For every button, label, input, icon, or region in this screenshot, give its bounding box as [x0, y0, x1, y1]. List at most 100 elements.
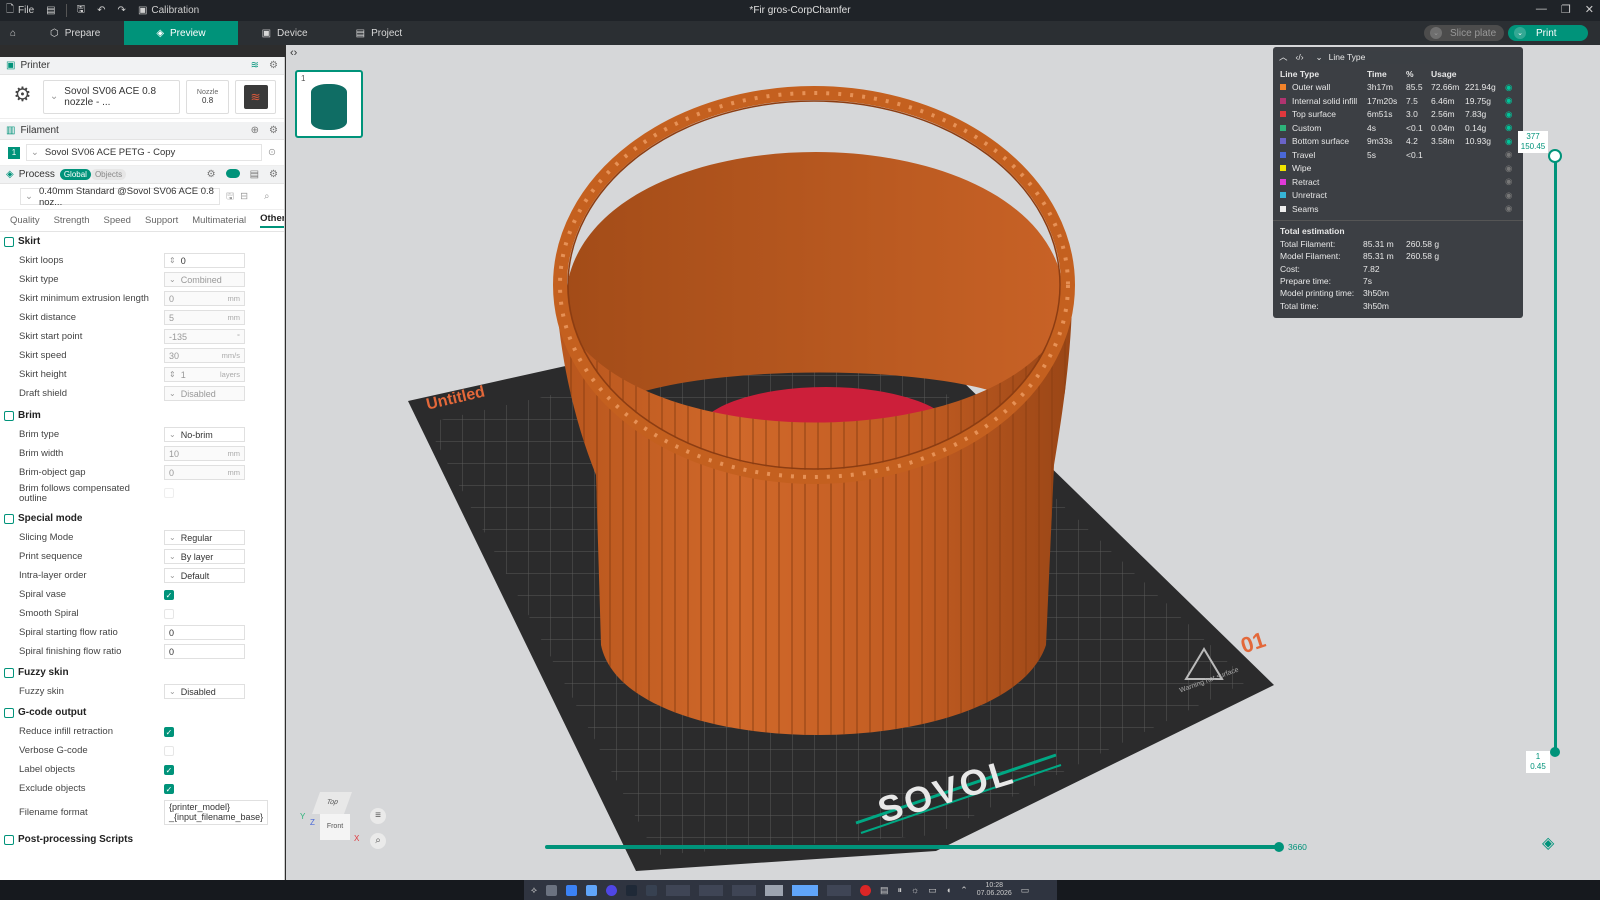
code-icon[interactable]: ‹/›: [1296, 52, 1304, 62]
tab-project[interactable]: ▤ Project: [332, 21, 427, 45]
launcher-icon[interactable]: ⟡: [531, 885, 537, 896]
terminal-icon[interactable]: [545, 884, 557, 896]
volume-icon[interactable]: ◖: [946, 885, 951, 895]
window-preview[interactable]: [826, 884, 851, 896]
clock[interactable]: 10:28 07.06.2026: [977, 882, 1012, 898]
exclude-objects-checkbox[interactable]: ✓: [164, 783, 174, 794]
close-icon[interactable]: ✕: [1585, 3, 1594, 16]
save-icon[interactable]: 🖫: [71, 0, 92, 21]
store-icon[interactable]: [565, 884, 577, 896]
calibration-menu[interactable]: ▣ Calibration: [132, 0, 205, 21]
home-icon[interactable]: ⌂: [0, 21, 26, 45]
brightness-icon[interactable]: ☼: [911, 885, 919, 895]
bed-select[interactable]: ≋: [235, 79, 277, 114]
printer-tray-icon[interactable]: ▤: [880, 885, 889, 896]
collapse-sidebar-icon[interactable]: ‹›: [290, 47, 297, 59]
fuzzy-skin-select[interactable]: ⌄ Disabled: [164, 684, 245, 699]
moves-slider[interactable]: [545, 845, 1278, 849]
window-preview[interactable]: [764, 884, 783, 896]
visibility-icon[interactable]: ◉: [1505, 109, 1512, 120]
window-preview[interactable]: [665, 884, 690, 896]
files-icon[interactable]: [585, 884, 597, 896]
verbose-gcode-checkbox[interactable]: [164, 745, 174, 756]
tab-prepare[interactable]: ⬡ Prepare: [26, 21, 124, 45]
skirt-min-length-input[interactable]: 0 mm: [164, 291, 245, 306]
reduce-infill-retraction-checkbox[interactable]: ✓: [164, 726, 174, 737]
settings-icon[interactable]: ⚙: [269, 125, 278, 136]
search-icon[interactable]: ⌕: [264, 191, 269, 202]
advanced-toggle[interactable]: [225, 169, 240, 178]
monitor-icon[interactable]: ▭: [928, 885, 937, 896]
pause-icon[interactable]: ⏸: [897, 885, 902, 896]
objects-toggle[interactable]: Objects: [90, 169, 127, 180]
tab-others[interactable]: Others: [260, 213, 284, 228]
skirt-speed-input[interactable]: 30 mm/s: [164, 348, 245, 363]
tab-support[interactable]: Support: [145, 215, 178, 226]
visibility-icon[interactable]: ◉: [1505, 95, 1512, 106]
moves-slider-handle[interactable]: [1274, 842, 1284, 852]
skirt-height-input[interactable]: ⇕ 1 layers: [164, 367, 245, 382]
layers-toggle-icon[interactable]: ◈: [1542, 833, 1554, 853]
show-desktop-icon[interactable]: ▭: [1021, 885, 1030, 896]
redo-icon[interactable]: ↷: [112, 0, 132, 21]
app-icon[interactable]: [625, 884, 637, 896]
view-cube[interactable]: Top Front Z Y X: [300, 792, 360, 850]
view-cube-top[interactable]: Top: [311, 792, 353, 814]
wifi-icon[interactable]: ≋: [251, 60, 259, 71]
settings-icon[interactable]: ⚙: [269, 169, 278, 180]
brim-type-select[interactable]: ⌄ No-brim: [164, 427, 245, 442]
slicer-app-icon[interactable]: [645, 884, 657, 896]
browser-icon[interactable]: [605, 884, 617, 896]
maximize-icon[interactable]: ❐: [1561, 3, 1571, 16]
layer-slider-bottom-handle[interactable]: [1550, 747, 1560, 757]
visibility-icon[interactable]: ◉: [1505, 163, 1512, 174]
chevron-down-icon[interactable]: ⌄: [1514, 27, 1526, 39]
minimize-icon[interactable]: —: [1536, 3, 1547, 16]
compare-icon[interactable]: ▤: [250, 169, 259, 180]
menu-icon[interactable]: ≡: [370, 808, 386, 824]
filename-format-textarea[interactable]: {printer_model} _{input_filename_base}: [164, 799, 268, 825]
file-menu[interactable]: 🗋 File: [0, 0, 40, 21]
undo-icon[interactable]: ↶: [91, 0, 111, 21]
visibility-icon[interactable]: ◉: [1505, 176, 1512, 187]
intra-layer-order-select[interactable]: ⌄ Default: [164, 568, 245, 583]
layer-slider-track[interactable]: [1554, 157, 1557, 752]
brim-object-gap-input[interactable]: 0 mm: [164, 465, 245, 480]
printer-select[interactable]: ⌄ Sovol SV06 ACE 0.8 nozzle - ...: [42, 79, 181, 114]
window-preview-active[interactable]: [791, 884, 818, 896]
tab-speed[interactable]: Speed: [104, 215, 131, 226]
layer-slider-top-handle[interactable]: [1548, 149, 1562, 163]
view-type-select[interactable]: ⌄ Line Type: [1311, 50, 1440, 64]
filament-select[interactable]: ⌄ Sovol SV06 ACE PETG - Copy: [25, 144, 263, 161]
3d-viewport[interactable]: Untitled 01 SOVOL Warning hot surface 1 …: [286, 45, 1600, 880]
brim-width-input[interactable]: 10 mm: [164, 446, 245, 461]
save-preset-icon[interactable]: 🖫: [226, 189, 234, 205]
visibility-icon[interactable]: ◉: [1505, 203, 1512, 214]
more-icon[interactable]: ⊙: [268, 147, 276, 158]
visibility-icon[interactable]: ◉: [1505, 190, 1512, 201]
visibility-icon[interactable]: ◉: [1505, 136, 1512, 147]
slicing-mode-select[interactable]: ⌄ Regular: [164, 530, 245, 545]
menu-icon-button[interactable]: ▤: [40, 0, 61, 21]
view-cube-front[interactable]: Front: [320, 814, 350, 840]
spiral-start-flow-input[interactable]: 0: [164, 625, 245, 640]
smooth-spiral-checkbox[interactable]: [164, 608, 174, 619]
collapse-icon[interactable]: ︿: [1279, 51, 1288, 63]
gear-icon[interactable]: ⚙: [207, 169, 216, 180]
label-objects-checkbox[interactable]: ✓: [164, 764, 174, 775]
plate-thumbnail[interactable]: 1: [295, 70, 363, 138]
window-preview[interactable]: [731, 884, 756, 896]
skirt-distance-input[interactable]: 5 mm: [164, 310, 245, 325]
brim-follows-outline-checkbox[interactable]: [164, 488, 174, 498]
tab-strength[interactable]: Strength: [54, 215, 90, 226]
chevron-down-icon[interactable]: ⌄: [1430, 27, 1442, 39]
add-filament-icon[interactable]: ⊕: [251, 125, 259, 136]
settings-icon[interactable]: ⚙: [269, 60, 278, 71]
tab-preview[interactable]: ◈ Preview: [124, 21, 238, 45]
spiral-vase-checkbox[interactable]: ✓: [164, 589, 174, 600]
visibility-icon[interactable]: ◉: [1505, 122, 1512, 133]
draft-shield-select[interactable]: ⌄ Disabled: [164, 386, 245, 401]
tray-expand-icon[interactable]: ⌃: [960, 885, 968, 896]
mail-icon[interactable]: [859, 884, 871, 896]
nozzle-select[interactable]: Nozzle 0.8: [186, 79, 230, 114]
